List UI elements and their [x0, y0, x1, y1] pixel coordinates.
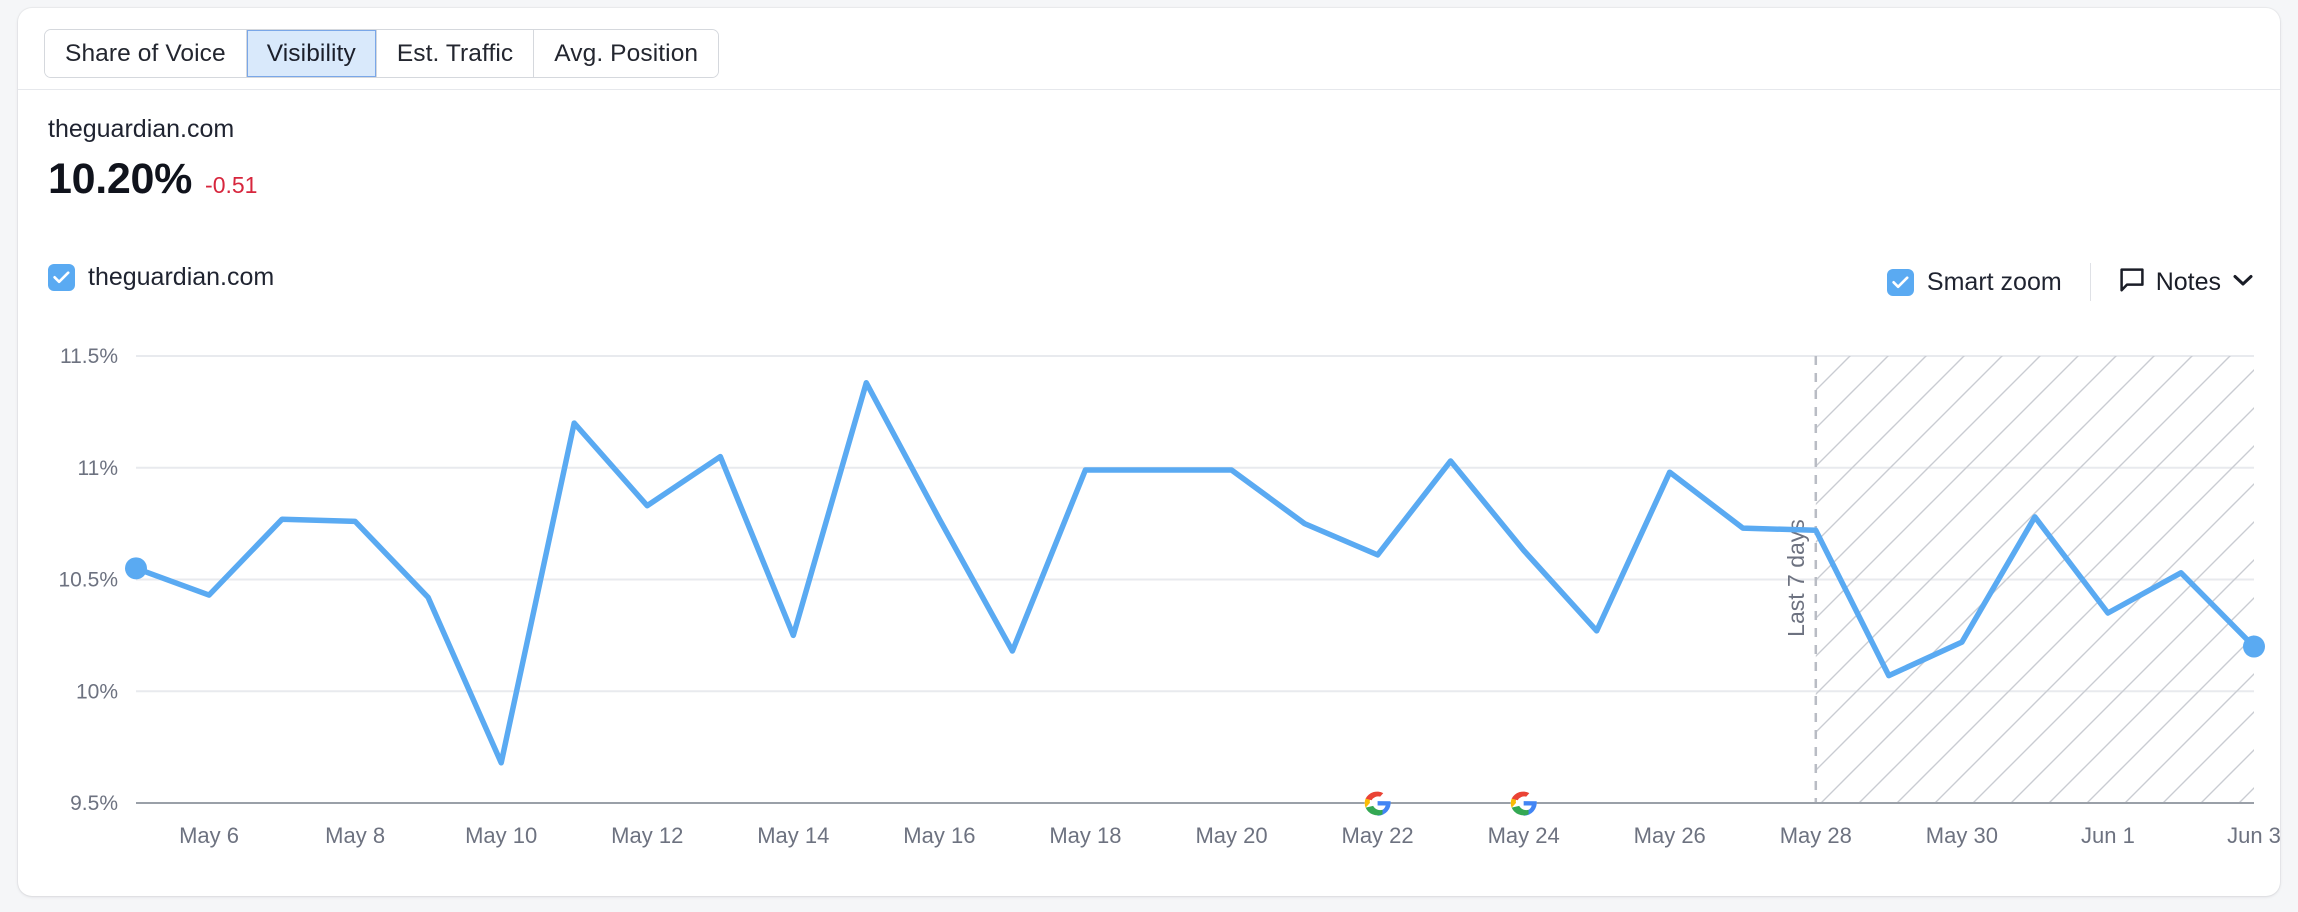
x-tick-label: Jun 3 [2227, 823, 2280, 848]
legend-checkbox[interactable] [48, 264, 75, 291]
visibility-chart: 11.5%11%10.5%10%9.5% Last 7 days May 6Ma… [18, 326, 2280, 886]
google-update-icon[interactable] [1511, 790, 1537, 816]
chart-controls-row: theguardian.com Smart zoom [18, 263, 2280, 303]
notes-dropdown[interactable]: Notes [2119, 267, 2254, 298]
tab-est-traffic[interactable]: Est. Traffic [377, 30, 534, 77]
legend-item-theguardian[interactable]: theguardian.com [48, 263, 274, 292]
smart-zoom-checkbox[interactable] [1887, 269, 1914, 296]
legend-label: theguardian.com [88, 263, 274, 292]
x-tick-label: May 8 [325, 823, 385, 848]
summary-value: 10.20% [48, 155, 192, 204]
y-tick-label: 10% [76, 680, 118, 703]
x-tick-label: May 18 [1049, 823, 1121, 848]
speech-bubble-icon [2119, 267, 2145, 298]
google-update-icon[interactable] [1365, 790, 1391, 816]
summary-value-row: 10.20% -0.51 [48, 155, 257, 204]
series-start-point [125, 557, 147, 579]
x-tick-label: May 6 [179, 823, 239, 848]
right-controls: Smart zoom Notes [1887, 263, 2254, 301]
x-tick-label: Jun 1 [2081, 823, 2135, 848]
summary-delta: -0.51 [205, 172, 257, 199]
x-tick-label: May 26 [1634, 823, 1706, 848]
y-tick-label: 11.5% [60, 345, 118, 368]
page-root: Share of Voice Visibility Est. Traffic A… [0, 0, 2298, 912]
chart-y-axis: 11.5% 11% 10.5% 10% 9.5% [58, 345, 118, 815]
x-tick-label: May 22 [1342, 823, 1414, 848]
forecast-zone-label: Last 7 days [1783, 519, 1809, 637]
chart-x-axis: May 6 May 8 May 10 May 12 May 14 May 16 May 18… [179, 823, 2280, 848]
x-tick-label: May 20 [1195, 823, 1267, 848]
summary-domain: theguardian.com [48, 116, 257, 144]
notes-label: Notes [2156, 268, 2221, 297]
y-tick-label: 11% [78, 457, 118, 480]
x-tick-label: May 28 [1780, 823, 1852, 848]
x-tick-label: May 12 [611, 823, 683, 848]
metric-tabbar: Share of Voice Visibility Est. Traffic A… [18, 8, 2280, 90]
x-tick-label: May 16 [903, 823, 975, 848]
metric-tab-group: Share of Voice Visibility Est. Traffic A… [44, 29, 719, 78]
visibility-card: Share of Voice Visibility Est. Traffic A… [18, 8, 2280, 896]
smart-zoom-label: Smart zoom [1927, 268, 2062, 297]
series-end-point [2243, 636, 2265, 658]
x-tick-label: May 14 [757, 823, 829, 848]
y-tick-label: 9.5% [70, 792, 118, 815]
y-tick-label: 10.5% [58, 569, 118, 592]
chart-svg: 11.5%11%10.5%10%9.5% Last 7 days May 6Ma… [18, 326, 2280, 886]
tab-avg-position[interactable]: Avg. Position [534, 30, 718, 77]
x-tick-label: May 30 [1926, 823, 1998, 848]
x-tick-label: May 24 [1488, 823, 1560, 848]
tab-share-of-voice[interactable]: Share of Voice [45, 30, 247, 77]
x-tick-label: May 10 [465, 823, 537, 848]
smart-zoom-toggle[interactable]: Smart zoom [1887, 268, 2062, 297]
chevron-down-icon [2232, 272, 2254, 293]
summary-block: theguardian.com 10.20% -0.51 [48, 116, 257, 204]
controls-divider [2090, 263, 2091, 301]
tab-visibility[interactable]: Visibility [247, 30, 377, 77]
